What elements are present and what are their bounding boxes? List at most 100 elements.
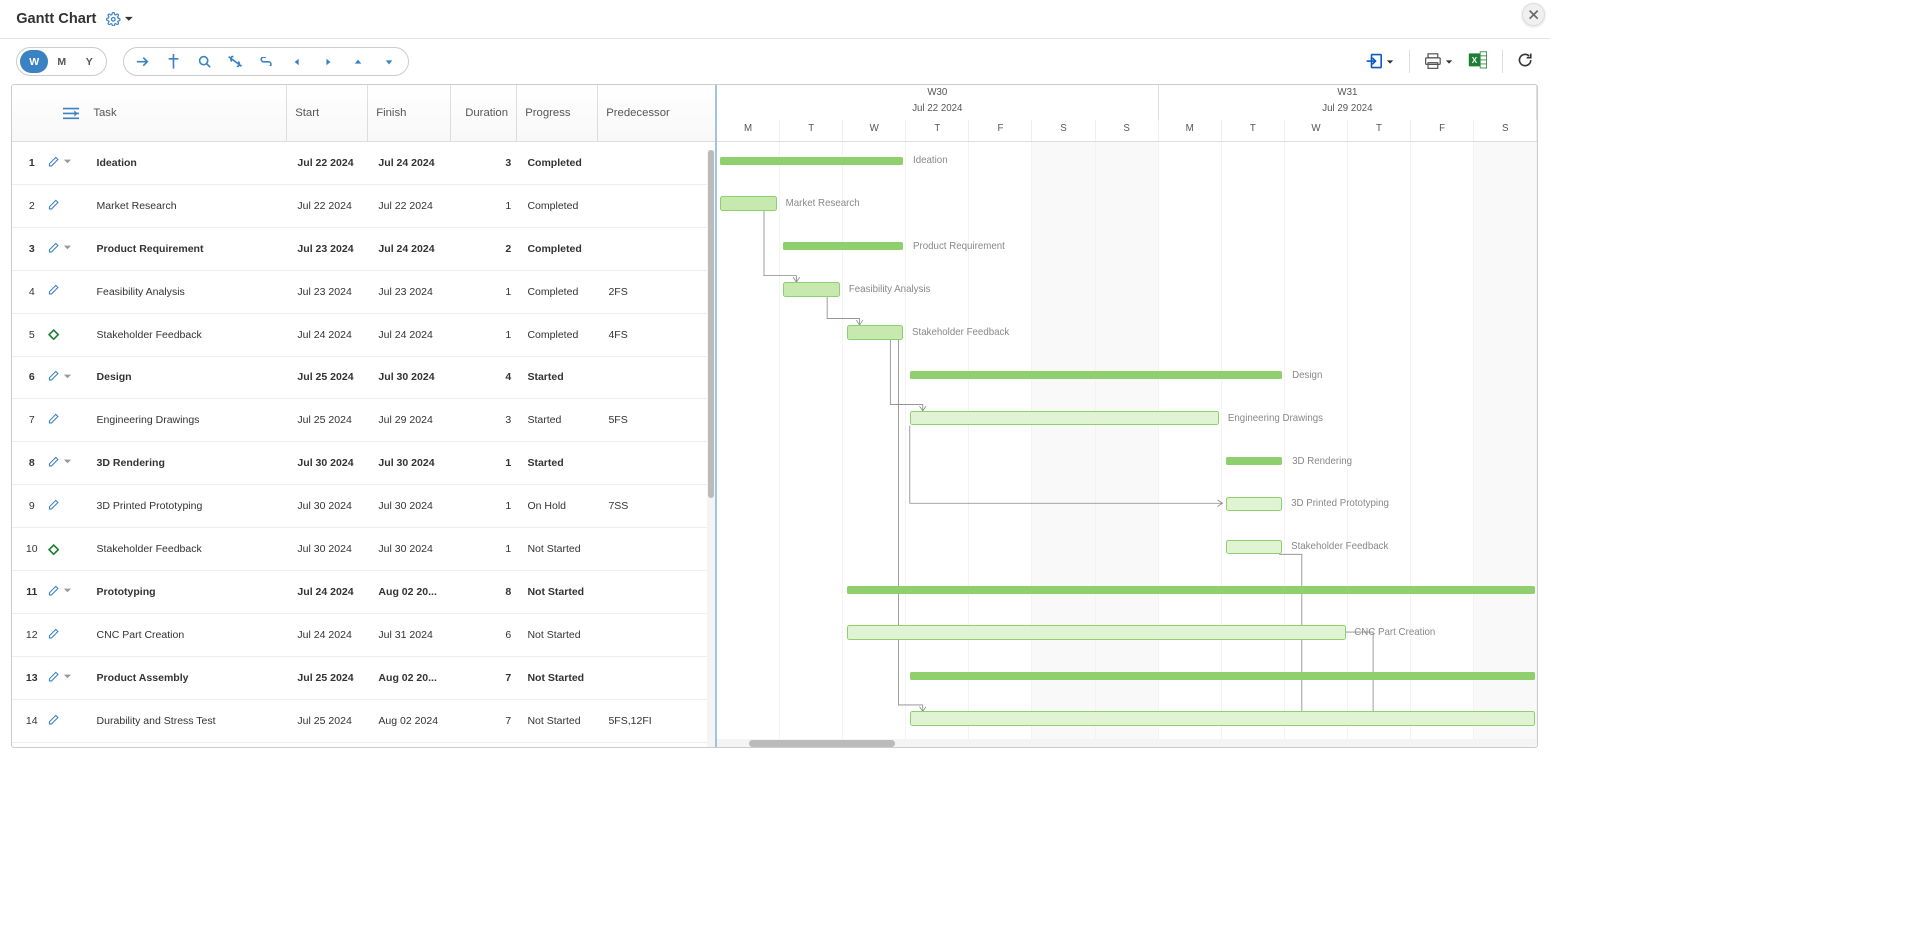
right-toolbar: X: [1365, 50, 1533, 73]
indent-icon[interactable]: [53, 107, 85, 120]
edit-icon[interactable]: [48, 585, 59, 599]
row-number: 13: [16, 672, 48, 684]
settings-dropdown[interactable]: [106, 12, 134, 27]
gantt-task-bar[interactable]: 3D Printed Prototyping: [1226, 497, 1283, 512]
edit-icon[interactable]: [48, 714, 59, 728]
goto-today-button[interactable]: [128, 50, 159, 73]
gantt-body[interactable]: Ideation Market Research Product Requireme…: [717, 142, 1537, 748]
gantt-task-bar[interactable]: Feasibility Analysis: [783, 282, 840, 297]
timeline-day: T: [1348, 120, 1411, 141]
prev-button[interactable]: [282, 50, 313, 73]
gantt-summary-bar[interactable]: Product Asser: [910, 672, 1535, 680]
print-button[interactable]: [1424, 53, 1453, 69]
gantt-chart: W30W31 Jul 22 2024Jul 29 2024 MTWTFSSMTW…: [717, 85, 1537, 747]
gantt-task-bar[interactable]: Stakeholder Feedback: [847, 325, 904, 340]
table-row[interactable]: 10Stakeholder FeedbackJul 30 2024Jul 30 …: [12, 528, 715, 571]
task-start: Jul 30 2024: [289, 457, 370, 469]
chevron-down-icon[interactable]: [63, 672, 72, 684]
task-start: Jul 22 2024: [289, 157, 370, 169]
task-progress: Completed: [519, 157, 600, 169]
timeline-day: W: [843, 120, 906, 141]
edit-icon[interactable]: [48, 499, 59, 513]
gantt-task-bar[interactable]: Engineering Drawings: [910, 411, 1219, 426]
edit-icon[interactable]: [48, 370, 59, 384]
col-task[interactable]: Task: [85, 107, 286, 119]
table-row[interactable]: 83D RenderingJul 30 2024Jul 30 20241Star…: [12, 442, 715, 485]
vertical-scrollbar[interactable]: [707, 150, 715, 747]
edit-icon[interactable]: [48, 242, 59, 256]
table-row[interactable]: 6DesignJul 25 2024Jul 30 20244Started: [12, 357, 715, 400]
gantt-task-bar[interactable]: CNC Part Creation: [847, 625, 1346, 640]
edit-icon[interactable]: [48, 156, 59, 170]
row-number: 2: [16, 200, 48, 212]
col-duration[interactable]: Duration: [450, 85, 516, 141]
bar-label: CNC Part Creation: [1354, 627, 1435, 638]
chevron-down-icon[interactable]: [63, 157, 72, 169]
gantt-summary-bar[interactable]: Ideation: [720, 157, 903, 165]
gantt-summary-bar[interactable]: Product Requirement: [783, 242, 903, 250]
timeline-week: W30: [717, 85, 1159, 103]
table-row[interactable]: 1IdeationJul 22 2024Jul 24 20243Complete…: [12, 142, 715, 185]
chevron-down-icon[interactable]: [63, 243, 72, 255]
col-start[interactable]: Start: [286, 85, 367, 141]
view-year[interactable]: Y: [75, 50, 103, 73]
table-row[interactable]: 7Engineering DrawingsJul 25 2024Jul 29 2…: [12, 399, 715, 442]
task-duration: 2: [453, 243, 519, 255]
milestone-button[interactable]: [158, 50, 189, 73]
chevron-down-icon[interactable]: [63, 371, 72, 383]
task-finish: Jul 30 2024: [370, 500, 453, 512]
edit-icon[interactable]: [48, 413, 59, 427]
vertical-scrollbar-thumb[interactable]: [708, 150, 714, 498]
table-row[interactable]: 93D Printed PrototypingJul 30 2024Jul 30…: [12, 485, 715, 528]
timeline-header: W30W31 Jul 22 2024Jul 29 2024 MTWTFSSMTW…: [717, 85, 1537, 142]
unlink-button[interactable]: [220, 50, 251, 73]
chevron-down-icon[interactable]: [63, 457, 72, 469]
task-duration: 1: [453, 457, 519, 469]
table-row[interactable]: 11PrototypingJul 24 2024Aug 02 20...8Not…: [12, 571, 715, 614]
task-table: Task Start Finish Duration Progress Pred…: [12, 85, 717, 747]
edit-icon[interactable]: [48, 671, 59, 685]
horizontal-scrollbar-thumb[interactable]: [749, 740, 895, 746]
view-week[interactable]: W: [20, 50, 48, 73]
export-excel-button[interactable]: X: [1468, 51, 1487, 72]
next-button[interactable]: [312, 50, 343, 73]
col-finish[interactable]: Finish: [367, 85, 450, 141]
import-button[interactable]: [1365, 53, 1394, 69]
table-row[interactable]: 13Product AssemblyJul 25 2024Aug 02 20..…: [12, 657, 715, 700]
edit-icon[interactable]: [48, 456, 59, 470]
task-predecessor: 2FS: [600, 286, 673, 298]
search-button[interactable]: [189, 50, 220, 73]
close-button[interactable]: [1522, 3, 1545, 26]
link-button[interactable]: [251, 50, 282, 73]
row-number: 5: [16, 329, 48, 341]
timeline-day: S: [1032, 120, 1095, 141]
table-row[interactable]: 5Stakeholder FeedbackJul 24 2024Jul 24 2…: [12, 314, 715, 357]
gantt-summary-bar[interactable]: 3D Rendering: [1226, 457, 1283, 465]
edit-icon[interactable]: [48, 284, 59, 298]
expand-button[interactable]: [374, 50, 405, 73]
timeline-day: W: [1285, 120, 1348, 141]
gantt-summary-bar[interactable]: Prototyping: [847, 586, 1536, 594]
gantt-task-bar[interactable]: Stakeholder Feedback: [1226, 540, 1283, 555]
col-predecessor[interactable]: Predecessor: [597, 85, 674, 141]
bar-label: Feasibility Analysis: [849, 284, 931, 295]
horizontal-scrollbar[interactable]: [717, 739, 1537, 747]
refresh-button[interactable]: [1517, 52, 1533, 71]
task-duration: 1: [453, 500, 519, 512]
table-row[interactable]: 12CNC Part CreationJul 24 2024Jul 31 202…: [12, 614, 715, 657]
collapse-button[interactable]: [343, 50, 374, 73]
table-header: Task Start Finish Duration Progress Pred…: [12, 85, 715, 142]
task-start: Jul 25 2024: [289, 672, 370, 684]
gantt-task-bar[interactable]: Market Research: [720, 196, 777, 211]
table-row[interactable]: 14Durability and Stress TestJul 25 2024A…: [12, 700, 715, 743]
gantt-task-bar[interactable]: Durability and: [910, 711, 1535, 726]
chevron-down-icon[interactable]: [63, 586, 72, 598]
gantt-summary-bar[interactable]: Design: [910, 371, 1283, 379]
edit-icon[interactable]: [48, 199, 59, 213]
table-row[interactable]: 4Feasibility AnalysisJul 23 2024Jul 23 2…: [12, 271, 715, 314]
view-month[interactable]: M: [48, 50, 76, 73]
table-row[interactable]: 3Product RequirementJul 23 2024Jul 24 20…: [12, 228, 715, 271]
table-row[interactable]: 2Market ResearchJul 22 2024Jul 22 20241C…: [12, 185, 715, 228]
col-progress[interactable]: Progress: [516, 85, 597, 141]
edit-icon[interactable]: [48, 628, 59, 642]
